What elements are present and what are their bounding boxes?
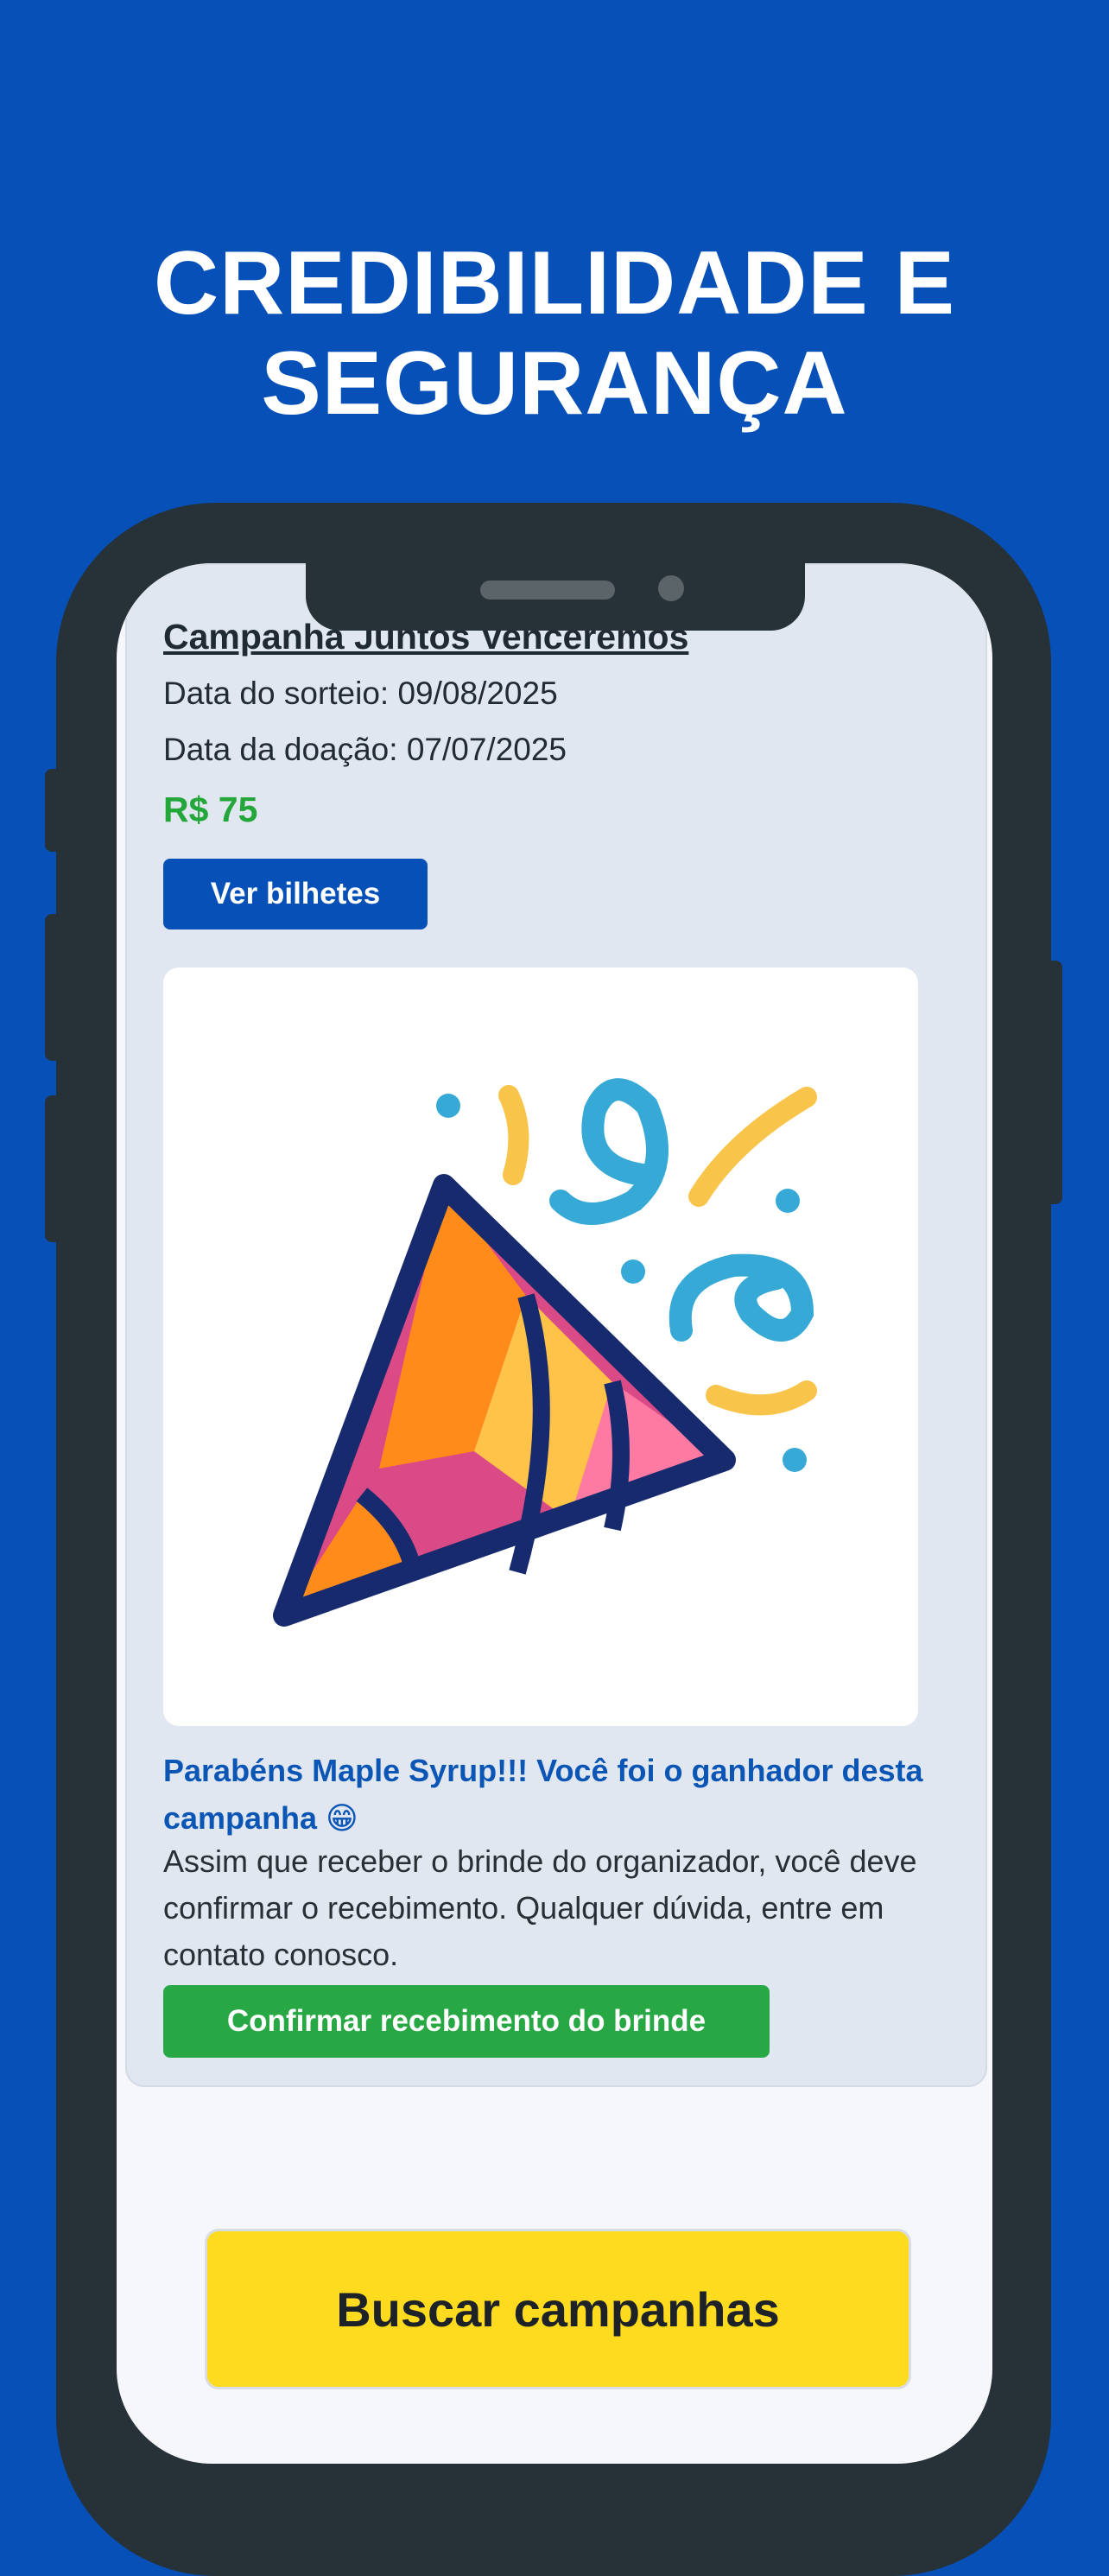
phone-side-button-volume-up [45, 914, 62, 1061]
confirm-receipt-button[interactable]: Confirmar recebimento do brinde [163, 1985, 770, 2058]
phone-screen: Campanha Juntos Venceremos Data do sorte… [117, 563, 992, 2464]
campaign-card: Campanha Juntos Venceremos Data do sorte… [125, 563, 987, 2087]
winner-instructions: Assim que receber o brinde do organizado… [163, 1843, 917, 1972]
draw-date: Data do sorteio: 09/08/2025 [163, 676, 558, 711]
view-tickets-button[interactable]: Ver bilhetes [163, 859, 428, 930]
headline-line-2: SEGURANÇA [261, 333, 848, 434]
phone-side-button-mute [45, 769, 62, 852]
phone-speaker [480, 581, 615, 600]
donation-date: Data da doação: 07/07/2025 [163, 732, 567, 767]
phone-side-button-volume-down [45, 1095, 62, 1242]
phone-camera [658, 575, 684, 601]
headline: CREDIBILIDADE E SEGURANÇA [0, 233, 1109, 434]
campaign-image [163, 968, 918, 1726]
party-popper-icon [273, 1078, 817, 1627]
phone-side-button-power [1045, 961, 1062, 1204]
campaign-price: R$ 75 [163, 790, 258, 829]
headline-line-1: CREDIBILIDADE E [154, 233, 955, 333]
search-campaigns-button[interactable]: Buscar campanhas [205, 2229, 911, 2389]
winner-congrats-text: Parabéns Maple Syrup!!! Você foi o ganha… [163, 1753, 923, 1836]
